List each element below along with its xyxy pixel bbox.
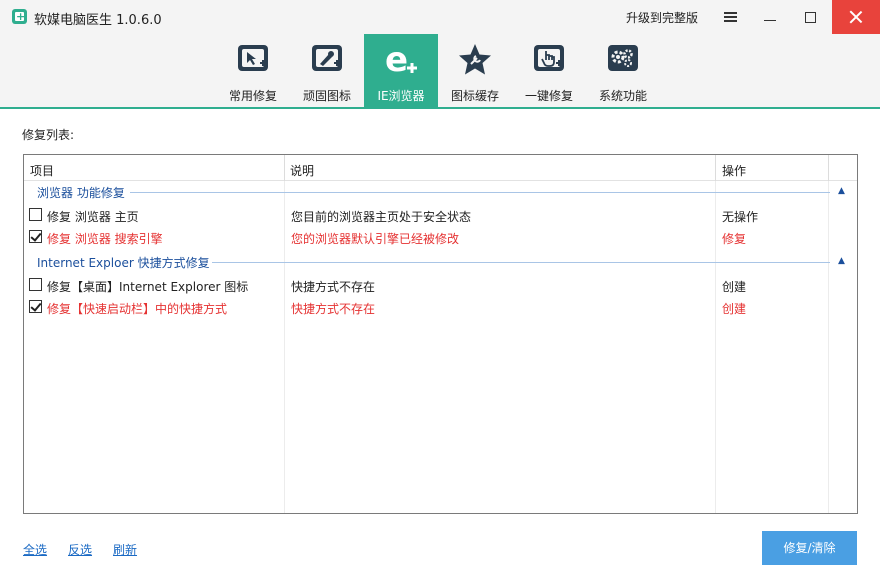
title-bar: 软媒电脑医生 1.0.6.0 升级到完整版 — [0, 0, 880, 34]
ie-browser-icon: e — [385, 42, 417, 78]
item-operation: 修复 — [722, 232, 747, 246]
minimize-button[interactable] — [750, 0, 790, 34]
item-name: 修复 浏览器 主页 — [47, 210, 139, 224]
tab-ie-browser[interactable]: e IE浏览器 — [364, 34, 438, 107]
tab-icon-cache[interactable]: 图标缓存 — [438, 34, 512, 107]
tab-stubborn-icons[interactable]: 顽固图标 — [290, 34, 364, 107]
window-title: 软媒电脑医生 1.0.6.0 — [34, 13, 162, 28]
tab-label: 图标缓存 — [450, 89, 499, 103]
close-button[interactable] — [832, 0, 880, 34]
cursor-repair-icon — [238, 45, 268, 71]
group-title: 浏览器 功能修复 — [37, 186, 125, 200]
list-item[interactable]: 修复【快速启动栏】中的快捷方式 快捷方式不存在 创建 — [24, 296, 857, 318]
column-header-desc[interactable]: 说明 — [290, 162, 314, 179]
tab-common-repair[interactable]: 常用修复 — [216, 34, 290, 107]
item-name: 修复 浏览器 搜索引擎 — [47, 232, 163, 246]
column-header-op[interactable]: 操作 — [722, 162, 746, 179]
column-header-item[interactable]: 项目 — [30, 162, 54, 179]
app-logo-icon — [12, 9, 27, 24]
item-description: 快捷方式不存在 — [291, 302, 376, 316]
row-checkbox[interactable] — [29, 278, 42, 291]
select-all-link[interactable]: 全选 — [23, 541, 47, 558]
column-separator — [715, 155, 716, 181]
collapse-group-button[interactable]: ▲ — [838, 186, 845, 196]
row-checkbox[interactable] — [29, 230, 42, 243]
item-operation: 创建 — [722, 280, 747, 294]
invert-selection-link[interactable]: 反选 — [68, 541, 92, 558]
list-item[interactable]: 修复【桌面】Internet Explorer 图标 快捷方式不存在 创建 — [24, 274, 857, 296]
column-separator — [828, 155, 829, 181]
item-description: 您的浏览器默认引擎已经被修改 — [291, 232, 460, 246]
group-title: Internet Exploer 快捷方式修复 — [37, 256, 210, 270]
row-checkbox[interactable] — [29, 208, 42, 221]
repair-clean-button[interactable]: 修复/清除 — [762, 531, 857, 565]
item-name: 修复【桌面】Internet Explorer 图标 — [47, 280, 249, 294]
group-divider — [130, 192, 830, 193]
minimize-icon — [764, 19, 776, 21]
tab-label: 一键修复 — [524, 89, 573, 103]
column-separator — [284, 155, 285, 181]
item-description: 您目前的浏览器主页处于安全状态 — [291, 210, 472, 224]
maximize-button[interactable] — [790, 0, 830, 34]
item-description: 快捷方式不存在 — [291, 280, 376, 294]
item-name: 修复【快速启动栏】中的快捷方式 — [47, 302, 228, 316]
refresh-link[interactable]: 刷新 — [113, 541, 137, 558]
group-divider — [212, 262, 830, 263]
row-checkbox[interactable] — [29, 300, 42, 313]
repair-list-label: 修复列表: — [22, 128, 75, 142]
list-item[interactable]: 修复 浏览器 搜索引擎 您的浏览器默认引擎已经被修改 修复 — [24, 226, 857, 248]
svg-text:e: e — [385, 42, 408, 78]
item-operation: 创建 — [722, 302, 747, 316]
close-icon — [849, 10, 863, 24]
menu-button[interactable] — [710, 0, 750, 34]
gears-icon — [608, 45, 638, 71]
toolbar-accent-line — [0, 107, 880, 109]
hamburger-icon — [723, 12, 737, 22]
star-wrench-icon — [459, 44, 491, 75]
hand-click-icon — [534, 45, 564, 71]
collapse-group-button[interactable]: ▲ — [838, 256, 845, 266]
list-item[interactable]: 修复 浏览器 主页 您目前的浏览器主页处于安全状态 无操作 — [24, 204, 857, 226]
tab-system-functions[interactable]: 系统功能 — [586, 34, 660, 107]
tab-label: 系统功能 — [598, 89, 647, 103]
tab-label: 常用修复 — [228, 89, 277, 103]
tab-label: IE浏览器 — [377, 89, 425, 103]
maximize-icon — [804, 11, 816, 23]
tab-label: 顽固图标 — [302, 89, 351, 103]
item-operation: 无操作 — [722, 210, 759, 224]
repair-list[interactable]: 项目 说明 操作 浏览器 功能修复 ▲ 修复 浏览器 主页 您目前的浏览器主页处… — [23, 154, 858, 514]
brush-icon — [312, 45, 342, 71]
list-header: 项目 说明 操作 — [24, 155, 857, 181]
upgrade-link[interactable]: 升级到完整版 — [626, 9, 698, 26]
tab-one-click-repair[interactable]: 一键修复 — [512, 34, 586, 107]
